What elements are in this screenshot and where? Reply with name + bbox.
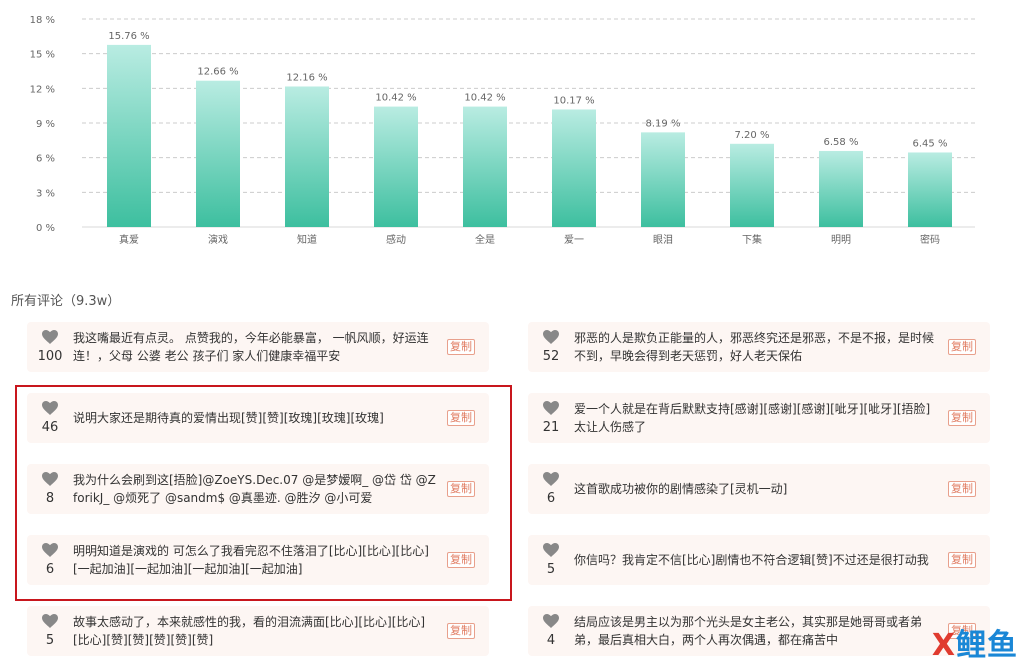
comment-text: 爱一个人就是在背后默默支持[感谢][感谢][感谢][呲牙][呲牙][捂脸]太让人… — [574, 393, 938, 443]
y-tick-label: 3 % — [36, 188, 55, 199]
highlight-box — [15, 385, 512, 601]
bar-value-label: 8.19 % — [646, 118, 681, 129]
comment-card: 52 邪恶的人是欺负正能量的人，邪恶终究还是邪恶，不是不报，是时候不到，早晚会得到… — [528, 322, 990, 372]
comment-card: 100 我这嘴最近有点灵。 点赞我的，今年必能暴富， 一帆风顺，好运连连！，父母 … — [27, 322, 489, 372]
comment-text-content: 我这嘴最近有点灵。 点赞我的，今年必能暴富， 一帆风顺，好运连连！，父母 公婆 … — [73, 331, 429, 363]
like-control[interactable]: 5 — [27, 606, 73, 656]
copy-button[interactable]: 复制 — [447, 339, 475, 355]
comment-text: 我这嘴最近有点灵。 点赞我的，今年必能暴富， 一帆风顺，好运连连！，父母 公婆 … — [73, 322, 437, 372]
watermark-x: X — [931, 628, 956, 663]
comment-card: 5 你信吗？我肯定不信[比心]剧情也不符合逻辑[赞]不过还是很打动我 复制 — [528, 535, 990, 585]
bar-value-label: 12.16 % — [286, 72, 327, 83]
bar-value-label: 7.20 % — [735, 130, 770, 141]
comment-text: 这首歌成功被你的剧情感染了[灵机一动] — [574, 464, 938, 514]
copy-button[interactable]: 复制 — [948, 410, 976, 426]
y-tick-label: 0 % — [36, 223, 55, 234]
bar-value-label: 6.45 % — [913, 138, 948, 149]
bar — [285, 86, 329, 228]
like-count: 5 — [45, 633, 55, 648]
bar — [641, 132, 685, 227]
y-tick-label: 12 % — [30, 84, 55, 95]
y-tick-label: 9 % — [36, 119, 55, 130]
bar-value-label: 10.17 % — [553, 95, 594, 106]
bar — [819, 150, 863, 227]
comment-text: 你信吗？我肯定不信[比心]剧情也不符合逻辑[赞]不过还是很打动我 — [574, 535, 938, 585]
like-count: 52 — [542, 349, 560, 364]
like-control[interactable]: 21 — [528, 393, 574, 443]
bar-value-label: 12.66 % — [197, 67, 238, 78]
watermark-logo: X鲤鱼 — [932, 620, 1018, 664]
like-control[interactable]: 100 — [27, 322, 73, 372]
y-axis: 0 % 3 % 6 % 9 % 12 % 15 % 18 % — [30, 15, 55, 234]
comment-text-content: 邪恶的人是欺负正能量的人，邪恶终究还是邪恶，不是不报，是时候不到，早晚会得到老天… — [574, 331, 935, 363]
bar — [552, 109, 596, 227]
like-control[interactable]: 5 — [528, 535, 574, 585]
heart-icon[interactable] — [42, 613, 58, 628]
x-tick-label: 明明 — [831, 234, 851, 246]
x-tick-label: 爱一 — [564, 233, 584, 246]
bar-chart: 0 % 3 % 6 % 9 % 12 % 15 % 18 % 15.76 % 12.66 % 1… — [30, 15, 975, 246]
comment-card: 4 结局应该是男主以为那个光头是女主老公，其实那是她哥哥或者弟弟，最后真相大白，两… — [528, 606, 990, 656]
copy-button[interactable]: 复制 — [447, 623, 475, 639]
x-tick-label: 眼泪 — [653, 233, 673, 246]
x-tick-label: 下集 — [742, 233, 762, 246]
bar — [374, 106, 418, 227]
copy-button[interactable]: 复制 — [948, 552, 976, 568]
bar-value-label: 15.76 % — [108, 31, 149, 42]
heart-icon[interactable] — [42, 329, 58, 344]
comment-text-content: 这首歌成功被你的剧情感染了[灵机一动] — [574, 482, 788, 496]
x-tick-label: 密码 — [920, 233, 940, 246]
bar — [196, 80, 240, 227]
copy-button[interactable]: 复制 — [948, 339, 976, 355]
comment-text: 故事太感动了，本来就感性的我，看的泪流满面[比心][比心][比心][比心][赞]… — [73, 606, 437, 656]
bar — [107, 44, 151, 227]
y-tick-label: 15 % — [30, 50, 55, 61]
comment-card: 6 这首歌成功被你的剧情感染了[灵机一动] 复制 — [528, 464, 990, 514]
y-tick-label: 18 % — [30, 15, 55, 26]
copy-button[interactable]: 复制 — [948, 481, 976, 497]
comments-section-title: 所有评论（9.3w） — [11, 294, 121, 309]
like-control[interactable]: 4 — [528, 606, 574, 656]
like-count: 4 — [546, 633, 556, 648]
bar-value-label: 6.58 % — [824, 137, 859, 148]
x-tick-label: 演戏 — [208, 233, 228, 246]
comment-text-content: 爱一个人就是在背后默默支持[感谢][感谢][感谢][呲牙][呲牙][捂脸]太让人… — [574, 402, 931, 434]
heart-icon[interactable] — [543, 613, 559, 628]
comment-card: 5 故事太感动了，本来就感性的我，看的泪流满面[比心][比心][比心][比心][赞… — [27, 606, 489, 656]
comment-text: 邪恶的人是欺负正能量的人，邪恶终究还是邪恶，不是不报，是时候不到，早晚会得到老天… — [574, 322, 938, 372]
like-control[interactable]: 6 — [528, 464, 574, 514]
heart-icon[interactable] — [543, 542, 559, 557]
like-count: 100 — [37, 349, 63, 364]
like-count: 21 — [542, 420, 560, 435]
bar — [908, 152, 952, 227]
bar — [463, 106, 507, 227]
heart-icon[interactable] — [543, 471, 559, 486]
bar — [730, 143, 774, 227]
x-tick-label: 全是 — [475, 233, 495, 246]
comment-text-content: 结局应该是男主以为那个光头是女主老公，其实那是她哥哥或者弟弟，最后真相大白，两个… — [574, 615, 923, 647]
heart-icon[interactable] — [543, 400, 559, 415]
bar-value-label: 10.42 % — [464, 93, 505, 104]
comment-text: 结局应该是男主以为那个光头是女主老公，其实那是她哥哥或者弟弟，最后真相大白，两个… — [574, 606, 938, 656]
comment-card: 21 爱一个人就是在背后默默支持[感谢][感谢][感谢][呲牙][呲牙][捂脸]太… — [528, 393, 990, 443]
x-tick-label: 感动 — [386, 233, 406, 246]
comment-text-content: 故事太感动了，本来就感性的我，看的泪流满面[比心][比心][比心][比心][赞]… — [73, 615, 426, 647]
y-tick-label: 6 % — [36, 154, 55, 165]
heart-icon[interactable] — [543, 329, 559, 344]
watermark-brand: 鲤鱼 — [956, 628, 1018, 663]
x-tick-label: 真爱 — [119, 233, 139, 246]
like-count: 5 — [546, 562, 556, 577]
like-count: 6 — [546, 491, 556, 506]
bar-value-label: 10.42 % — [375, 93, 416, 104]
like-control[interactable]: 52 — [528, 322, 574, 372]
x-tick-label: 知道 — [297, 233, 317, 246]
x-axis: 真爱 演戏 知道 感动 全是 爱一 眼泪 下集 明明 密码 — [119, 233, 940, 246]
comment-text-content: 你信吗？我肯定不信[比心]剧情也不符合逻辑[赞]不过还是很打动我 — [574, 553, 929, 567]
